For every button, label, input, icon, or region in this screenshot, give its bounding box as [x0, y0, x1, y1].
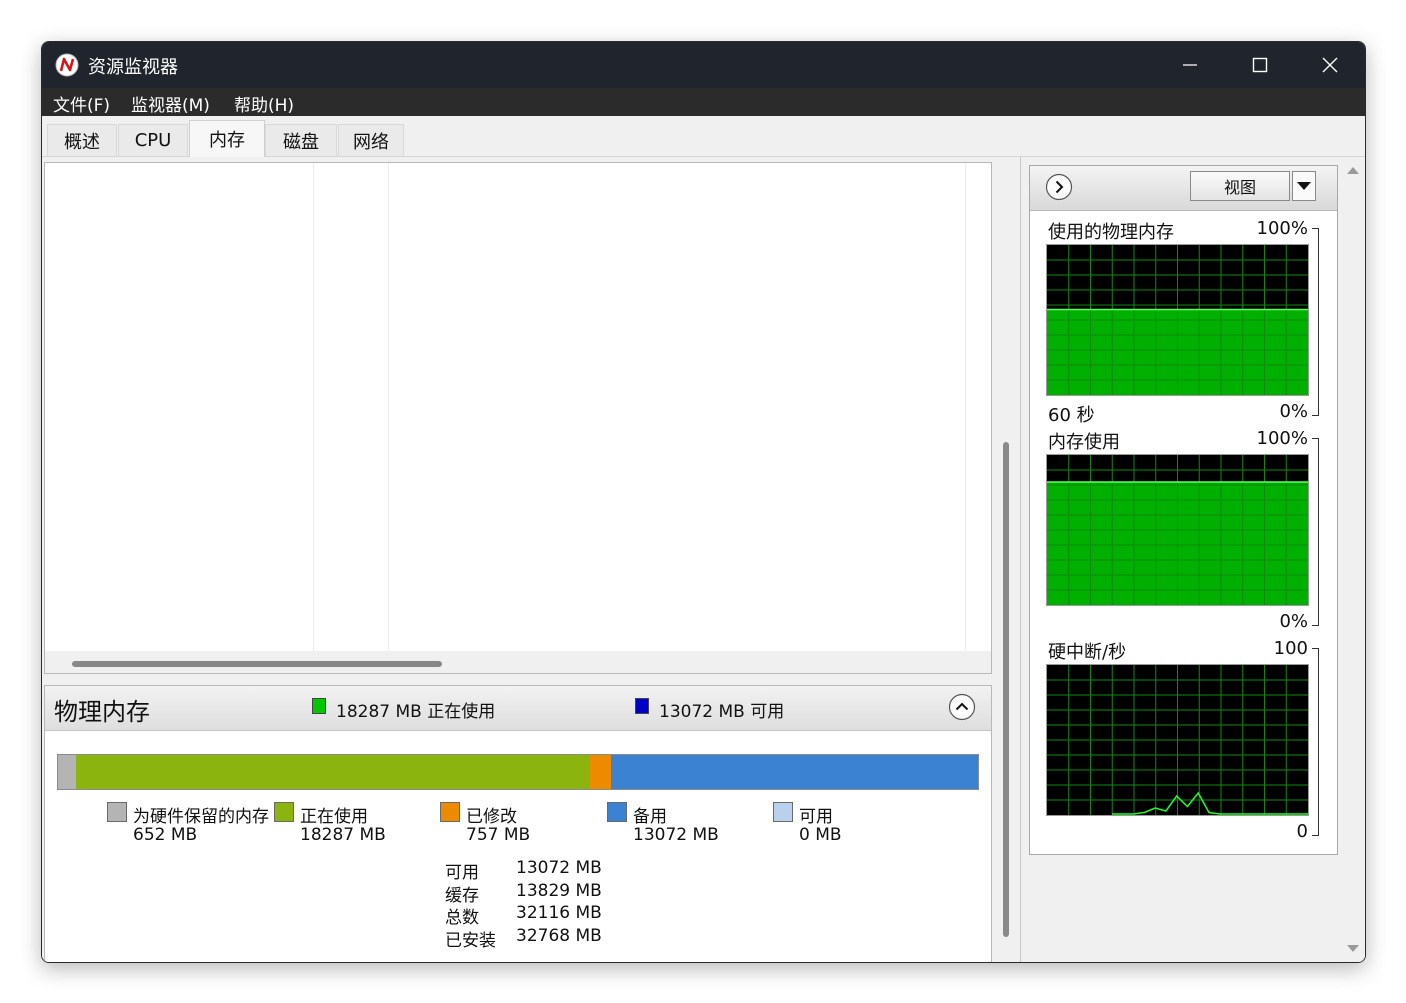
legend-color-swatch [107, 802, 127, 822]
summary-installed-label: 已安装 [445, 931, 496, 951]
legend-color-swatch [607, 802, 627, 822]
legend-value: 18287 MB [300, 825, 386, 845]
tab-cpu[interactable]: CPU [118, 124, 188, 156]
legend-value: 652 MB [133, 825, 198, 845]
legend-color-swatch [440, 802, 460, 822]
legend-color-swatch [773, 802, 793, 822]
legend-label: 已修改 [466, 807, 517, 827]
graph2-scale-bracket [1312, 438, 1319, 626]
scroll-up-arrow-icon[interactable] [1346, 165, 1360, 175]
menu-bar: 文件(F) 监视器(M) 帮助(H) [42, 88, 1365, 116]
horizontal-scrollbar-thumb[interactable] [72, 661, 442, 667]
graph-hard-faults-line [1112, 791, 1308, 815]
collapse-section-button[interactable] [948, 693, 976, 721]
graph1-time-span: 60 秒 [1048, 405, 1095, 426]
graph3-scale-bracket [1312, 648, 1319, 836]
view-dropdown-button[interactable] [1292, 171, 1316, 201]
summary-available-value: 13072 MB [516, 858, 602, 878]
resource-monitor-app-icon [55, 53, 79, 77]
close-button[interactable] [1295, 42, 1365, 88]
graph1-scale-bracket [1312, 228, 1319, 416]
summary-total-label: 总数 [445, 908, 479, 928]
column-divider [388, 163, 389, 651]
memory-bar-segment-standby [610, 755, 978, 789]
graphs-toolbar: 视图 [1030, 166, 1337, 211]
memory-bar-segment-in-use [76, 755, 590, 789]
graph2-bottom-value: 0% [1279, 611, 1308, 632]
column-divider [313, 163, 314, 651]
tab-network[interactable]: 网络 [338, 124, 404, 156]
physical-memory-header[interactable]: 物理内存 18287 MB 正在使用 13072 MB 可用 [45, 686, 991, 731]
legend-label: 为硬件保留的内存 [133, 807, 269, 827]
memory-usage-bar [57, 754, 979, 790]
graph1-title: 使用的物理内存 [1048, 222, 1174, 243]
left-pane-scrollbar-thumb[interactable] [1003, 442, 1009, 937]
graph3-title: 硬中断/秒 [1048, 642, 1127, 663]
collapse-graphs-button[interactable] [1045, 173, 1073, 201]
view-button[interactable]: 视图 [1190, 171, 1290, 201]
close-icon [1322, 57, 1338, 73]
column-divider [965, 163, 966, 651]
legend-label: 可用 [799, 807, 833, 827]
header-available-text: 13072 MB 可用 [659, 702, 785, 722]
graph1-bottom-value: 0% [1279, 401, 1308, 422]
summary-installed-value: 32768 MB [516, 926, 602, 946]
chevron-down-icon [1297, 182, 1311, 190]
tab-overview[interactable]: 概述 [47, 124, 117, 156]
graph3-bottom-value: 0 [1296, 821, 1308, 842]
summary-cached-value: 13829 MB [516, 881, 602, 901]
tab-disk[interactable]: 磁盘 [265, 124, 337, 156]
memory-bar-segment-modified [589, 755, 611, 789]
legend-value: 13072 MB [633, 825, 719, 845]
header-in-use-text: 18287 MB 正在使用 [336, 702, 496, 722]
tab-strip: 概述 CPU 内存 磁盘 网络 [42, 116, 1365, 157]
legend-value: 0 MB [799, 825, 842, 845]
physical-memory-title: 物理内存 [54, 698, 150, 726]
graph2-title: 内存使用 [1048, 432, 1120, 453]
window-title: 资源监视器 [88, 57, 178, 78]
physical-memory-used-graph [1046, 244, 1309, 396]
menu-monitor[interactable]: 监视器(M) [131, 91, 210, 116]
graph1-top-value: 100% [1256, 218, 1308, 239]
physical-memory-section: 物理内存 18287 MB 正在使用 13072 MB 可用 为硬件保留的内存 6… [44, 685, 992, 962]
memory-bar-segment-reserved [58, 755, 77, 789]
menu-file[interactable]: 文件(F) [53, 91, 110, 116]
graph3-top-value: 100 [1273, 638, 1308, 659]
summary-total-value: 32116 MB [516, 903, 602, 923]
maximize-icon [1252, 57, 1268, 73]
legend-label: 备用 [633, 807, 667, 827]
right-pane-vertical-scrollbar[interactable] [1341, 157, 1365, 962]
resource-monitor-window: 资源监视器 文件(F) 监视器(M) 帮助(H) 概述 CPU 内存 磁盘 网络 [41, 41, 1366, 963]
graph-canvas [1047, 245, 1308, 395]
minimize-icon [1183, 64, 1197, 66]
minimize-button[interactable] [1155, 42, 1225, 88]
hard-faults-graph [1046, 664, 1309, 816]
graph-canvas [1047, 455, 1308, 605]
memory-usage-graph [1046, 454, 1309, 606]
graph2-top-value: 100% [1256, 428, 1308, 449]
tab-memory[interactable]: 内存 [189, 120, 265, 157]
legend-label: 正在使用 [300, 807, 368, 827]
horizontal-scrollbar[interactable] [45, 651, 991, 673]
maximize-button[interactable] [1225, 42, 1295, 88]
processes-list-panel[interactable] [44, 162, 992, 674]
pane-divider [1020, 157, 1021, 962]
legend-color-swatch [274, 802, 294, 822]
menu-help[interactable]: 帮助(H) [234, 91, 294, 116]
in-use-color-swatch [312, 698, 326, 714]
legend-value: 757 MB [466, 825, 531, 845]
memory-tab-content: 物理内存 18287 MB 正在使用 13072 MB 可用 为硬件保留的内存 6… [42, 157, 1365, 962]
summary-available-label: 可用 [445, 863, 479, 883]
available-color-swatch [635, 698, 649, 714]
left-pane-vertical-scrollbar[interactable] [992, 157, 1020, 962]
title-bar: 资源监视器 [42, 42, 1365, 88]
scroll-down-arrow-icon[interactable] [1346, 944, 1360, 954]
graphs-panel: 视图 使用的物理内存 100% 60 秒 0% 内存使用 100% 0% 硬中断… [1029, 165, 1338, 855]
graph-canvas [1047, 665, 1308, 815]
